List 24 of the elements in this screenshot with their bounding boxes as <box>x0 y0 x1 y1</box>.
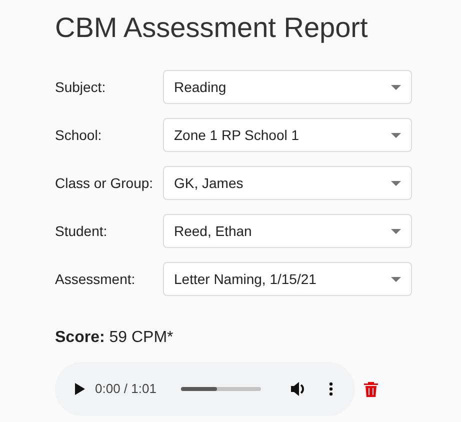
select-field[interactable]: GK, James <box>163 166 412 200</box>
trash-icon[interactable] <box>364 381 378 397</box>
dropdown-arrow-icon <box>391 228 401 234</box>
more-options-icon[interactable] <box>329 382 333 396</box>
select-field[interactable]: Letter Naming, 1/15/21 <box>163 262 412 296</box>
audio-player[interactable]: 0:00 / 1:01 <box>55 362 355 416</box>
play-icon[interactable] <box>75 383 85 395</box>
page-title: CBM Assessment Report <box>55 11 369 45</box>
progress-track[interactable] <box>181 387 261 391</box>
select-field[interactable]: Reed, Ethan <box>163 214 412 248</box>
score-text: Score: 59 CPM* <box>55 328 174 348</box>
dropdown-arrow-icon <box>391 84 401 90</box>
field-label: Student: <box>55 222 108 240</box>
dropdown-arrow-icon <box>391 132 401 138</box>
field-label: Subject: <box>55 78 107 97</box>
volume-icon[interactable] <box>291 382 307 396</box>
dropdown-arrow-icon <box>391 276 401 282</box>
field-label: Assessment: <box>55 270 136 288</box>
dropdown-arrow-icon <box>391 180 401 186</box>
field-label: Class or Group: <box>55 174 154 193</box>
select-field[interactable]: Reading <box>163 70 412 104</box>
time-display: 0:00 / 1:01 <box>95 380 158 398</box>
select-field[interactable]: Zone 1 RP School 1 <box>163 118 412 152</box>
field-label: School: <box>55 126 103 144</box>
